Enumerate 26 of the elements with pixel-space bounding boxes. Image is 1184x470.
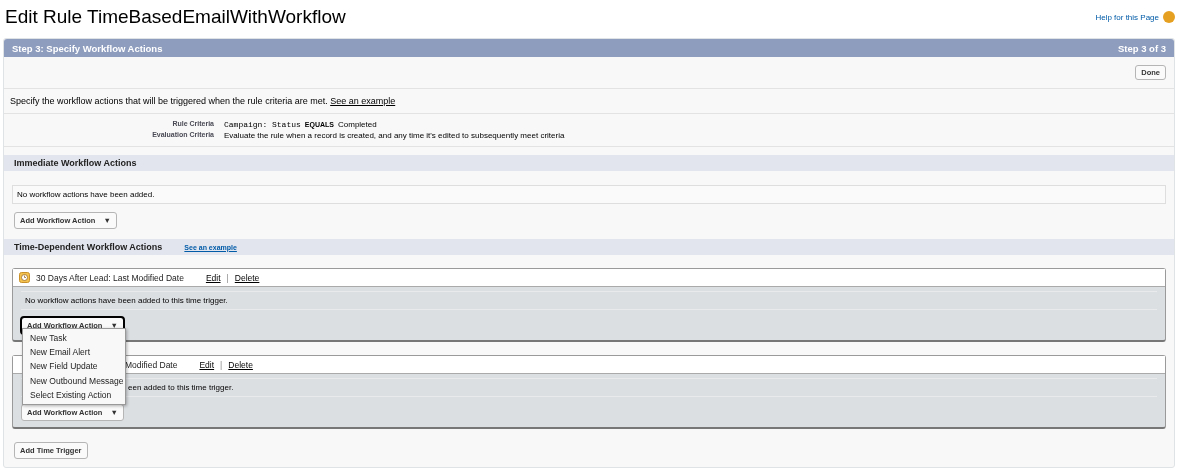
menu-item[interactable]: Select Existing Action	[23, 387, 125, 402]
trigger-title: 30 Days After Lead: Last Modified Date	[36, 272, 184, 283]
link-separator: |	[226, 272, 229, 283]
delete-link[interactable]: Delete	[234, 272, 260, 283]
criteria-value: Completed	[338, 120, 377, 129]
section-title: Time-Dependent Workflow Actions	[14, 242, 163, 252]
empty-message: No workflow actions have been added to this time trigger.	[21, 291, 1157, 310]
section-title: Immediate Workflow Actions	[14, 158, 137, 168]
description-text: Specify the workflow actions that will be triggered when the rule criteria are met.	[10, 96, 328, 106]
delete-link[interactable]: Delete	[228, 359, 253, 370]
empty-message: No workflow actions have been added.	[12, 185, 1166, 204]
menu-item[interactable]: New Email Alert	[23, 345, 125, 360]
page-title: Edit Rule TimeBasedEmailWithWorkflow	[5, 6, 346, 28]
help-link[interactable]: Help for this Page	[1095, 12, 1159, 22]
menu-item[interactable]: New Outbound Message	[23, 373, 125, 388]
link-separator: |	[220, 359, 223, 370]
edit-link[interactable]: Edit	[205, 272, 221, 283]
criteria-value: Evaluate the rule when a record is created, and any time it's edited to subsequently meet criteria	[224, 131, 566, 140]
edit-link[interactable]: Edit	[199, 359, 215, 370]
see-example-link[interactable]: See an example	[330, 96, 396, 106]
trigger-title: Modified Date	[125, 359, 178, 370]
criteria-field: Campaign: Status	[224, 120, 301, 129]
step-counter: Step 3 of 3	[1117, 42, 1166, 54]
menu-item[interactable]: New Task	[23, 331, 125, 346]
menu-item[interactable]: New Field Update	[23, 359, 125, 374]
step-title: Step 3: Specify Workflow Actions	[12, 42, 163, 54]
